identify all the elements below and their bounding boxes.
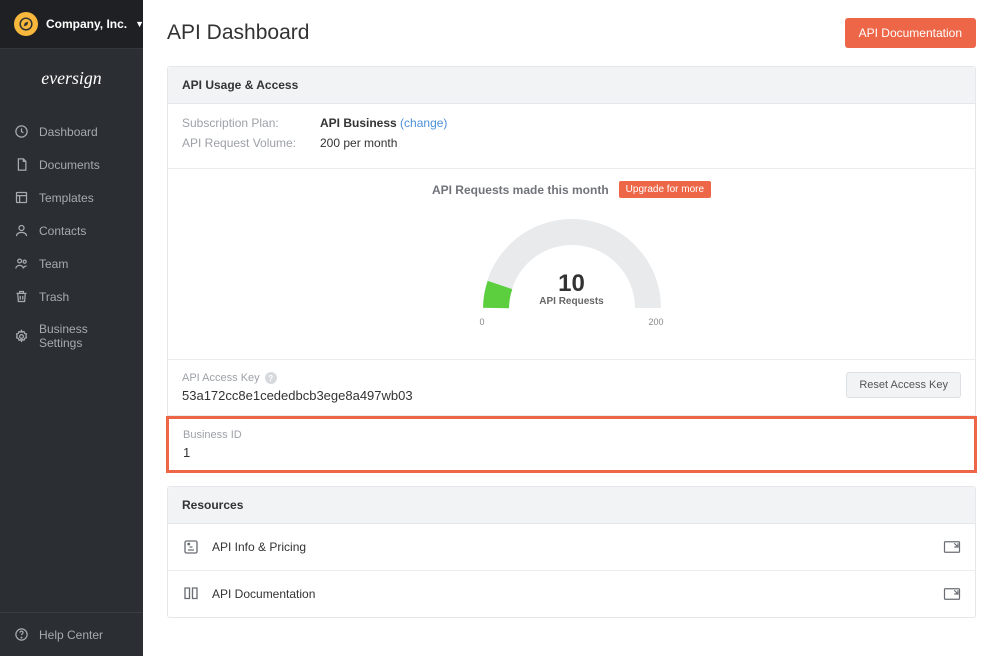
reset-access-key-button[interactable]: Reset Access Key — [846, 372, 961, 398]
company-switcher[interactable]: Company, Inc. ▼ — [0, 0, 143, 49]
gauge-max: 200 — [648, 317, 663, 327]
business-id-highlight: Business ID 1 — [166, 416, 977, 473]
resource-label: API Info & Pricing — [212, 540, 306, 554]
gear-icon — [14, 329, 29, 344]
requests-gauge-section: API Requests made this month Upgrade for… — [168, 169, 975, 360]
template-icon — [14, 190, 29, 205]
company-name: Company, Inc. — [46, 17, 127, 31]
plan-info: Subscription Plan: API Business (change)… — [168, 104, 975, 169]
sidebar-item-team[interactable]: Team — [0, 247, 143, 280]
nav-label: Templates — [39, 191, 94, 205]
nav-label: Business Settings — [39, 322, 129, 350]
svg-text:eversign: eversign — [41, 68, 101, 88]
main-content: API Dashboard API Documentation API Usag… — [143, 0, 1000, 656]
help-label: Help Center — [39, 628, 103, 642]
sidebar-item-contacts[interactable]: Contacts — [0, 214, 143, 247]
resource-api-info-pricing[interactable]: API Info & Pricing — [168, 524, 975, 571]
requests-title: API Requests made this month — [432, 183, 609, 197]
panel-title: Resources — [168, 487, 975, 524]
usage-access-panel: API Usage & Access Subscription Plan: AP… — [167, 66, 976, 472]
sidebar-item-templates[interactable]: Templates — [0, 181, 143, 214]
trash-icon — [14, 289, 29, 304]
plan-value: API Business (change) — [320, 116, 447, 130]
plan-label: Subscription Plan: — [182, 116, 302, 130]
business-id-value: 1 — [183, 445, 960, 460]
access-key-value: 53a172cc8e1cededbcb3ege8a497wb03 — [182, 388, 832, 403]
book-icon — [182, 585, 200, 603]
panel-title: API Usage & Access — [168, 67, 975, 104]
volume-value: 200 per month — [320, 136, 397, 150]
access-key-label: API Access Key — [182, 372, 260, 384]
upgrade-badge[interactable]: Upgrade for more — [619, 181, 711, 198]
sidebar-item-business-settings[interactable]: Business Settings — [0, 313, 143, 359]
page-header: API Dashboard API Documentation — [143, 0, 1000, 66]
resource-api-documentation[interactable]: API Documentation — [168, 571, 975, 617]
help-center-link[interactable]: Help Center — [0, 612, 143, 656]
gauge-min: 0 — [480, 317, 485, 327]
nav-label: Dashboard — [39, 125, 98, 139]
clock-icon — [14, 124, 29, 139]
team-icon — [14, 256, 29, 271]
sidebar: Company, Inc. ▼ eversign Dashboard Docum… — [0, 0, 143, 656]
resource-label: API Documentation — [212, 587, 315, 601]
nav-label: Team — [39, 257, 68, 271]
access-key-section: API Access Key ? 53a172cc8e1cededbcb3ege… — [168, 360, 975, 416]
compass-icon — [14, 12, 38, 36]
brand-logo: eversign — [0, 49, 143, 115]
gauge-subtext: API Requests — [539, 296, 603, 307]
business-id-label: Business ID — [183, 429, 960, 441]
document-icon — [14, 157, 29, 172]
page-title: API Dashboard — [167, 21, 309, 45]
help-tooltip-icon[interactable]: ? — [265, 372, 277, 384]
change-plan-link[interactable]: (change) — [400, 116, 447, 130]
external-link-icon — [943, 540, 961, 554]
sidebar-item-dashboard[interactable]: Dashboard — [0, 115, 143, 148]
external-link-icon — [943, 587, 961, 601]
gauge: 10 API Requests — [482, 216, 662, 313]
contact-icon — [14, 223, 29, 238]
sidebar-nav: Dashboard Documents Templates Contacts T… — [0, 115, 143, 359]
sidebar-item-documents[interactable]: Documents — [0, 148, 143, 181]
resources-panel: Resources API Info & Pricing — [167, 486, 976, 618]
sidebar-item-trash[interactable]: Trash — [0, 280, 143, 313]
help-icon — [14, 627, 29, 642]
nav-label: Contacts — [39, 224, 86, 238]
nav-label: Trash — [39, 290, 69, 304]
pricing-icon — [182, 538, 200, 556]
api-documentation-button[interactable]: API Documentation — [845, 18, 976, 48]
volume-label: API Request Volume: — [182, 136, 302, 150]
gauge-count: 10 — [539, 272, 603, 296]
nav-label: Documents — [39, 158, 100, 172]
